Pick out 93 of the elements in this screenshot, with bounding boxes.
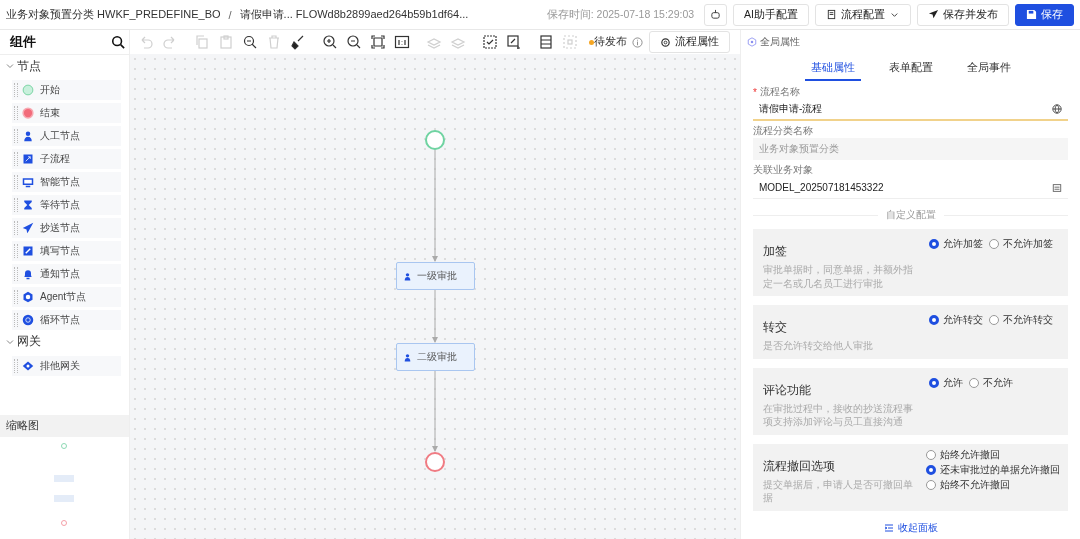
setting-title: 转交 <box>763 319 788 336</box>
palette-item[interactable]: 抄送节点 <box>12 218 121 238</box>
setting-title: 评论功能 <box>763 381 812 399</box>
save-button[interactable]: 保存 <box>1015 3 1074 26</box>
radio-option[interactable]: 允许转交 <box>929 313 983 327</box>
gear-icon <box>660 36 671 48</box>
subflow-icon <box>22 153 34 165</box>
minimap-title: 缩略图 <box>0 415 129 437</box>
person-icon <box>402 271 412 281</box>
palette-item[interactable]: 填写节点 <box>12 241 121 261</box>
field-label: 关联业务对象 <box>753 163 813 177</box>
flow-canvas[interactable]: 一级审批 二级审批 <box>130 54 740 539</box>
process-config-dropdown[interactable]: 流程配置 <box>815 3 911 26</box>
bell-icon <box>22 268 34 280</box>
start-node[interactable] <box>425 130 445 150</box>
palette-item[interactable]: 子流程 <box>12 149 121 169</box>
section-header[interactable]: 网关 <box>6 330 123 353</box>
palette-item[interactable]: 开始 <box>12 80 121 100</box>
zoom-in-icon[interactable] <box>322 34 338 50</box>
palette-item[interactable]: 排他网关 <box>12 355 121 376</box>
setting-title: 加签 <box>763 243 788 260</box>
section-divider-label: 自定义配置 <box>885 208 936 222</box>
palette-item[interactable]: 等待节点 <box>12 195 121 215</box>
grid-icon[interactable] <box>538 34 554 50</box>
breadcrumb-item[interactable]: 请假申请... FLOWd8b2899aed264b59b1df64... <box>239 7 469 22</box>
collapse-icon <box>883 523 894 533</box>
end-node[interactable] <box>425 452 445 472</box>
radio-option[interactable]: 还未审批过的单据允许撤回 <box>926 462 1060 477</box>
person-icon <box>22 130 34 142</box>
palette-item[interactable]: Agent节点 <box>12 287 121 307</box>
radio-option[interactable]: 始终不允许撤回 <box>926 477 1010 492</box>
person-icon <box>402 352 412 362</box>
save-time: 保存时间: 2025-07-18 15:29:03 <box>546 7 695 22</box>
fit-icon[interactable] <box>370 34 386 50</box>
setting-title: 流程撤回选项 <box>763 457 836 475</box>
info-icon[interactable] <box>632 36 643 48</box>
loop-icon <box>22 314 34 326</box>
tab[interactable]: 表单配置 <box>882 60 939 79</box>
radio-option[interactable]: 不允许加签 <box>989 237 1053 251</box>
field-label: 流程分类名称 <box>753 124 813 138</box>
radio-option[interactable]: 允许加签 <box>929 237 983 251</box>
caret-icon <box>6 337 14 346</box>
zoom-out-icon[interactable] <box>346 34 362 50</box>
connector-arrow <box>431 290 439 343</box>
document-icon <box>826 9 837 20</box>
save-publish-button[interactable]: 保存并发布 <box>917 3 1009 26</box>
collapse-panel-button[interactable]: 收起面板 <box>877 520 944 536</box>
status-label: 待发布 <box>594 35 627 49</box>
setting-description: 是否允许转交给他人审批 <box>763 339 874 353</box>
breadcrumb-item[interactable]: 业务对象预置分类 HWKF_PREDEFINE_BO <box>6 7 221 22</box>
list-icon[interactable] <box>1052 182 1062 193</box>
globe-icon[interactable] <box>1052 104 1062 114</box>
tab[interactable]: 全局事件 <box>960 60 1017 79</box>
brush-icon[interactable] <box>290 34 306 50</box>
node-add-icon[interactable] <box>506 34 522 50</box>
palette-item[interactable]: 结束 <box>12 103 121 123</box>
monitor-icon <box>22 176 34 188</box>
select-box-icon[interactable] <box>482 34 498 50</box>
setting-description: 提交单据后，申请人是否可撤回单据 <box>763 477 914 505</box>
circle-icon <box>22 107 34 119</box>
palette-item[interactable]: 通知节点 <box>12 264 121 284</box>
search-icon[interactable] <box>111 35 125 49</box>
radio-option[interactable]: 始终允许撤回 <box>926 447 1000 462</box>
approval-node[interactable]: 二级审批 <box>395 343 475 371</box>
send-icon <box>928 9 939 20</box>
circle-icon <box>22 84 34 96</box>
hexagon-icon <box>747 37 757 47</box>
hourglass-icon <box>22 199 34 211</box>
robot-button[interactable] <box>704 3 728 26</box>
process-properties-button[interactable]: 流程属性 <box>649 31 730 53</box>
edit-icon <box>22 245 34 257</box>
tab[interactable]: 基础属性 <box>804 60 861 81</box>
actual-size-icon[interactable] <box>394 34 410 50</box>
radio-option[interactable]: 不允许转交 <box>989 313 1053 327</box>
approval-node[interactable]: 一级审批 <box>395 262 475 290</box>
ai-config-button[interactable]: AI助手配置 <box>733 3 809 26</box>
robot-icon <box>710 9 722 20</box>
breadcrumb-separator: / <box>228 8 232 21</box>
diamond-icon <box>22 359 34 372</box>
palette-item[interactable]: 智能节点 <box>12 172 121 192</box>
radio-option[interactable]: 允许 <box>929 375 963 390</box>
global-properties-tab[interactable]: 全局属性 <box>741 30 1080 54</box>
section-header[interactable]: 节点 <box>6 55 123 77</box>
palette-item[interactable]: 循环节点 <box>12 310 121 330</box>
radio-option[interactable]: 不允许 <box>969 375 1013 390</box>
magnifier-icon[interactable] <box>242 34 258 50</box>
paper-plane-icon <box>22 222 34 234</box>
palette-item[interactable]: 人工节点 <box>12 126 121 146</box>
panel-title: 组件 <box>10 33 36 51</box>
hexagon-icon <box>22 291 34 303</box>
caret-icon <box>6 62 14 70</box>
field-label: 流程名称 <box>759 85 800 99</box>
required-mark: * <box>753 86 757 98</box>
